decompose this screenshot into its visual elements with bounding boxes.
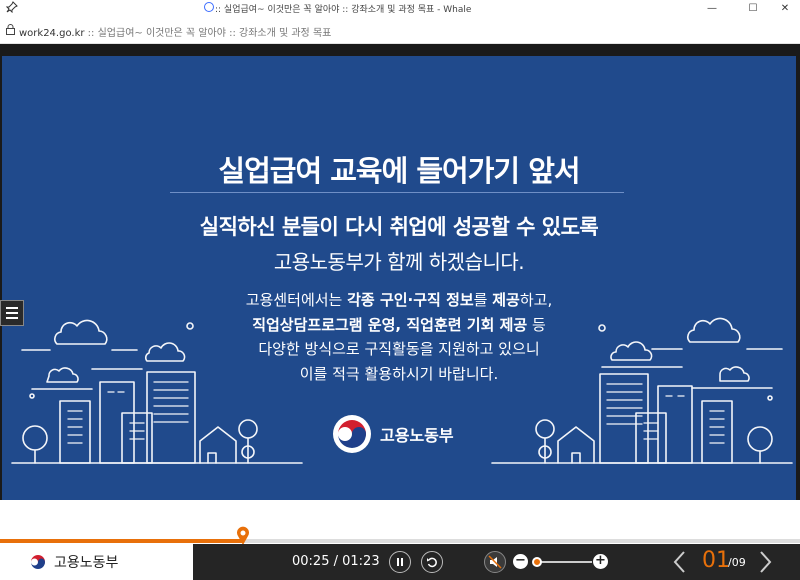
page-current: 01	[702, 548, 730, 573]
ministry-logo: 고용노동부	[332, 414, 454, 454]
url-domain: work24.go.kr	[19, 28, 85, 39]
slide-paragraph: 고용센터에서는 각종 구인·구직 정보를 제공하고, 직업상담프로그램 운영, …	[2, 288, 796, 386]
time-display: 00:25 / 01:23	[292, 554, 380, 569]
slide-subtitle-1: 실직하신 분들이 다시 취업에 성공할 수 있도록	[199, 215, 599, 239]
slide-subtitle-2: 고용노동부가 함께 하겠습니다.	[273, 250, 525, 274]
replay-button[interactable]	[421, 551, 443, 573]
ministry-logo-text: 고용노동부	[380, 426, 454, 445]
paragraph-line-2: 직업상담프로그램 운영, 직업훈련 기회 제공 등	[252, 315, 546, 334]
paragraph-line-4: 이를 적극 활용하시기 바랍니다.	[299, 364, 499, 383]
url-page-title: 실업급여~ 이것만은 꼭 알아야 :: 강좌소개 및 과정 목표	[97, 28, 332, 39]
paragraph-line-3: 다양한 방식으로 구직활동을 지원하고 있으니	[258, 340, 540, 358]
window-title: :: 실업급여~ 이것만은 꼭 알아야 :: 강좌소개 및 과정 목표 - Wh…	[215, 5, 472, 15]
brand-name: 고용노동부	[54, 555, 119, 571]
volume-knob[interactable]	[531, 557, 542, 567]
url-separator: ::	[84, 28, 98, 39]
progress-knob-icon[interactable]	[236, 526, 250, 546]
next-page-icon[interactable]	[755, 548, 775, 576]
close-button[interactable]: ✕	[770, 0, 800, 16]
volume-up-button[interactable]: +	[593, 554, 608, 569]
lecture-slide: 실업급여 교육에 들어가기 앞서 실직하신 분들이 다시 취업에 성공할 수 있…	[2, 56, 796, 500]
progress-area	[0, 500, 800, 546]
player-controlbar: 고용노동부 00:25 / 01:23 − + 01 /09	[0, 544, 800, 580]
address-bar[interactable]: work24.go.kr :: 실업급여~ 이것만은 꼭 알아야 :: 강좌소개…	[0, 16, 800, 44]
progress-track[interactable]	[0, 539, 800, 543]
speaker-muted-icon	[488, 555, 502, 569]
minimize-button[interactable]: —	[697, 0, 727, 16]
maximize-button[interactable]: ☐	[738, 0, 768, 16]
brand-logo-icon	[31, 555, 45, 569]
time-current: 00:25	[292, 554, 330, 569]
page-total: /09	[728, 556, 746, 569]
pause-icon	[397, 558, 403, 566]
mute-button[interactable]	[484, 551, 506, 573]
volume-down-button[interactable]: −	[513, 554, 528, 569]
replay-icon	[427, 557, 437, 568]
pause-button[interactable]	[389, 551, 411, 573]
taegeuk-logo-icon	[333, 415, 371, 453]
paragraph-line-1: 고용센터에서는 각종 구인·구직 정보를 제공하고,	[245, 291, 553, 309]
volume-slider[interactable]	[531, 557, 592, 567]
lock-icon	[6, 24, 15, 35]
loading-icon	[204, 2, 214, 12]
url-text: work24.go.kr :: 실업급여~ 이것만은 꼭 알아야 :: 강좌소개…	[19, 24, 331, 39]
progress-fill	[0, 539, 244, 543]
pin-icon[interactable]	[6, 1, 18, 13]
heading-divider	[170, 192, 624, 193]
menu-button[interactable]	[0, 300, 24, 326]
brand-area: 고용노동부	[0, 544, 193, 580]
window-titlebar: :: 실업급여~ 이것만은 꼭 알아야 :: 강좌소개 및 과정 목표 - Wh…	[0, 0, 800, 16]
prev-page-icon[interactable]	[670, 548, 690, 576]
time-total: 01:23	[342, 554, 380, 569]
slide-heading: 실업급여 교육에 들어가기 앞서	[218, 154, 580, 188]
